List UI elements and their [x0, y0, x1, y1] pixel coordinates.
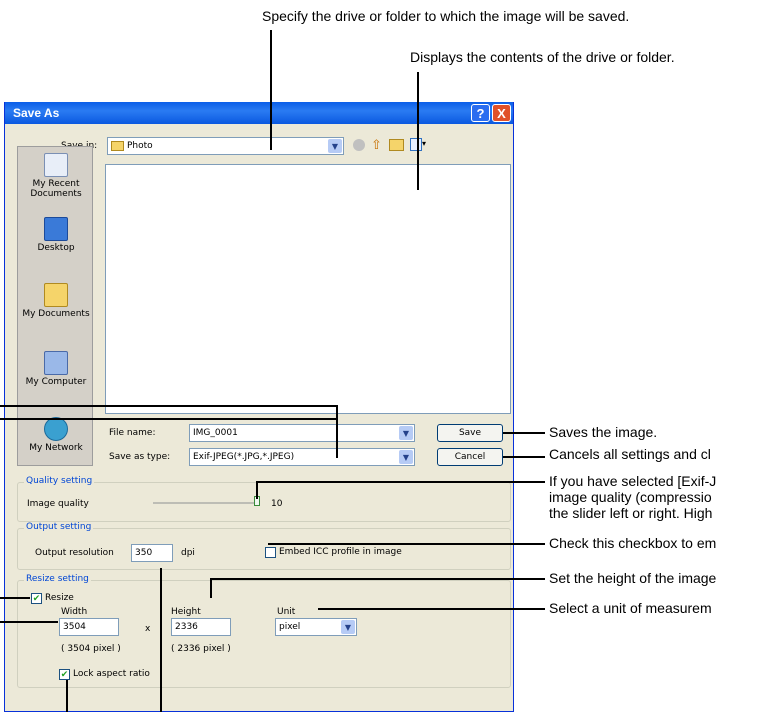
my-network-icon	[44, 417, 68, 441]
height-value: 2336	[175, 622, 198, 632]
save-as-type-value: Exif-JPEG(*.JPG,*.JPEG)	[193, 452, 295, 462]
up-folder-icon[interactable]: ⇧	[371, 137, 382, 153]
callout-save: Saves the image.	[549, 424, 658, 440]
save-as-type-dropdown[interactable]: Exif-JPEG(*.JPG,*.JPEG) ▼	[189, 448, 415, 466]
quality-setting-title: Quality setting	[24, 476, 95, 486]
help-button[interactable]: ?	[471, 104, 490, 122]
leader-line	[270, 30, 272, 150]
file-list-view[interactable]	[105, 164, 511, 414]
lock-aspect-checkbox[interactable]: ✔	[59, 669, 70, 680]
save-in-value: Photo	[127, 141, 153, 151]
leader-line	[257, 481, 545, 483]
save-in-dropdown[interactable]: Photo ▼	[107, 137, 344, 155]
image-quality-slider[interactable]	[153, 502, 257, 504]
width-value: 3504	[63, 622, 86, 632]
leader-line	[160, 568, 162, 712]
save-as-dialog: Save As ? X Save in: Photo ▼ ⇧ ▾ My Rece…	[4, 102, 514, 712]
leader-line	[0, 405, 337, 407]
quality-setting-group: Quality setting	[17, 476, 511, 522]
cancel-button[interactable]: Cancel	[437, 448, 503, 466]
leader-line	[417, 72, 419, 190]
place-label: Desktop	[37, 243, 75, 253]
resize-setting-title: Resize setting	[24, 574, 91, 584]
resize-label: Resize	[45, 593, 74, 603]
leader-line	[0, 597, 30, 599]
place-label: My Network	[29, 443, 83, 453]
chevron-down-icon: ▼	[341, 620, 355, 634]
place-desktop[interactable]: Desktop	[18, 217, 94, 253]
callout-height: Set the height of the image	[549, 570, 717, 586]
image-quality-label: Image quality	[27, 499, 89, 509]
height-input[interactable]: 2336	[171, 618, 231, 636]
leader-line	[210, 578, 212, 598]
leader-line	[503, 456, 545, 458]
leader-line	[0, 621, 58, 623]
my-computer-icon	[44, 351, 68, 375]
lock-aspect-check-mark: ✔	[60, 669, 69, 679]
output-resolution-value: 350	[135, 548, 153, 558]
desktop-icon	[44, 217, 68, 241]
recent-documents-icon	[44, 153, 68, 177]
embed-icc-checkbox[interactable]	[265, 547, 276, 558]
leader-line	[336, 418, 338, 458]
width-input[interactable]: 3504	[59, 618, 119, 636]
leader-line	[210, 578, 545, 580]
height-label: Height	[171, 607, 201, 617]
leader-line	[0, 418, 337, 420]
callout-contents: Displays the contents of the drive or fo…	[410, 49, 675, 65]
chevron-down-icon: ▼	[399, 450, 413, 464]
width-pixels: ( 3504 pixel )	[61, 644, 121, 654]
leader-line	[503, 432, 545, 434]
width-label: Width	[61, 607, 88, 617]
embed-icc-label: Embed ICC profile in image	[279, 547, 402, 557]
unit-value: pixel	[279, 622, 301, 632]
chevron-down-icon: ▼	[399, 426, 413, 440]
callout-unit: Select a unit of measurem	[549, 600, 712, 616]
leader-line	[66, 680, 68, 712]
place-my-documents[interactable]: My Documents	[18, 283, 94, 319]
resolution-unit-label: dpi	[181, 548, 195, 558]
leader-line	[318, 608, 545, 610]
back-icon[interactable]	[353, 139, 365, 151]
lock-aspect-label: Lock aspect ratio	[73, 669, 150, 679]
file-name-value: IMG_0001	[193, 428, 238, 438]
my-documents-icon	[44, 283, 68, 307]
output-setting-title: Output setting	[24, 522, 94, 532]
file-name-label: File name:	[109, 428, 156, 438]
place-label: My Documents	[22, 309, 90, 319]
output-resolution-label: Output resolution	[35, 548, 114, 558]
callout-quality-line1: If you have selected [Exif-J	[549, 473, 717, 489]
dialog-title: Save As	[13, 106, 60, 120]
place-label: My Computer	[25, 377, 87, 387]
leader-line	[268, 543, 545, 545]
callout-cancel: Cancels all settings and cl	[549, 446, 711, 462]
height-pixels: ( 2336 pixel )	[171, 644, 231, 654]
leader-line	[256, 481, 258, 499]
close-button[interactable]: X	[492, 104, 511, 122]
image-quality-value: 10	[271, 499, 283, 509]
resize-checkbox[interactable]: ✔	[31, 593, 42, 604]
callout-save-in: Specify the drive or folder to which the…	[262, 8, 630, 24]
callout-embed: Check this checkbox to em	[549, 535, 717, 551]
callout-quality-line2: image quality (compressio	[549, 489, 712, 505]
folder-icon	[111, 140, 124, 151]
unit-label: Unit	[277, 607, 296, 617]
save-button[interactable]: Save	[437, 424, 503, 442]
output-resolution-input[interactable]: 350	[131, 544, 173, 562]
times-label: x	[145, 624, 151, 634]
place-my-network[interactable]: My Network	[18, 417, 94, 453]
unit-dropdown[interactable]: pixel ▼	[275, 618, 357, 636]
title-bar[interactable]: Save As ? X	[5, 102, 513, 124]
resize-check-mark: ✔	[32, 593, 41, 603]
place-my-computer[interactable]: My Computer	[18, 351, 94, 387]
chevron-down-icon: ▼	[328, 139, 342, 153]
place-label: My Recent Documents	[30, 179, 82, 199]
view-menu-chevron-icon[interactable]: ▾	[422, 139, 426, 148]
file-name-input[interactable]: IMG_0001 ▼	[189, 424, 415, 442]
callout-quality-line3: the slider left or right. High	[549, 505, 713, 521]
new-folder-icon[interactable]	[389, 139, 404, 151]
place-my-recent-documents[interactable]: My Recent Documents	[18, 153, 94, 199]
view-menu-icon[interactable]	[410, 138, 422, 151]
save-as-type-label: Save as type:	[109, 452, 171, 462]
